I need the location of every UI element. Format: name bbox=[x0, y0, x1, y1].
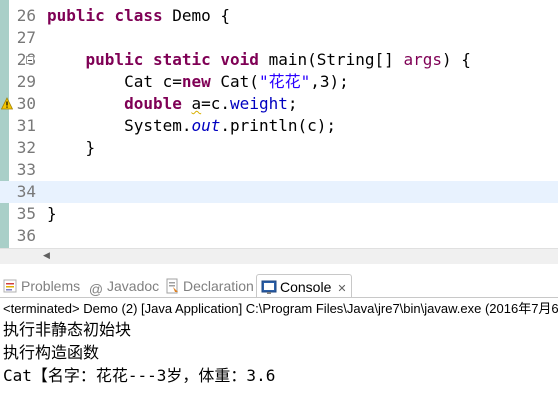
code-text: public class Demo { bbox=[47, 5, 230, 27]
code-line[interactable]: 34 bbox=[0, 181, 558, 203]
tab-problems-label: Problems bbox=[21, 278, 81, 294]
tab-javadoc[interactable]: @ Javadoc bbox=[88, 274, 159, 298]
line-number: 32 bbox=[16, 138, 36, 157]
scroll-left-arrow-icon[interactable]: ◀ bbox=[43, 252, 51, 261]
tab-declaration-label: Declaration bbox=[183, 278, 254, 294]
tab-declaration[interactable]: Declaration bbox=[164, 274, 254, 298]
code-token: void bbox=[220, 50, 259, 69]
code-token: new bbox=[181, 72, 211, 91]
fold-collapse-icon[interactable] bbox=[26, 56, 34, 64]
console-icon bbox=[261, 280, 277, 294]
code-token: =c. bbox=[201, 94, 231, 113]
code-text: } bbox=[47, 203, 57, 225]
tab-console-label: Console bbox=[280, 279, 332, 295]
line-number: 30 bbox=[16, 94, 36, 113]
code-token: } bbox=[47, 138, 96, 157]
javadoc-icon: @ bbox=[88, 281, 104, 297]
line-number: 31 bbox=[16, 116, 36, 135]
code-line[interactable]: 36 bbox=[0, 225, 558, 247]
code-token: main(String[] bbox=[258, 50, 404, 69]
tab-console[interactable]: Console ✕ bbox=[256, 274, 352, 298]
code-token: ) { bbox=[441, 50, 471, 69]
code-token: a bbox=[191, 94, 202, 113]
code-token: .println(c); bbox=[220, 116, 336, 135]
code-line[interactable]: 32 } bbox=[0, 137, 558, 159]
code-text: public static void main(String[] args) { bbox=[47, 49, 471, 71]
code-line[interactable]: 30 double a=c.weight; bbox=[0, 93, 558, 115]
code-token: ,3); bbox=[310, 72, 349, 91]
code-token: class bbox=[114, 6, 163, 25]
console-output-line: 执行构造函数 bbox=[3, 343, 100, 362]
code-token: public bbox=[47, 6, 105, 25]
code-token: "花花" bbox=[258, 72, 311, 91]
warning-icon[interactable] bbox=[1, 97, 13, 111]
code-line[interactable]: 35} bbox=[0, 203, 558, 225]
code-line[interactable]: 27 bbox=[0, 27, 558, 49]
console-process-label: <terminated> Demo (2) [Java Application]… bbox=[3, 301, 558, 316]
code-editor[interactable]: 26 public class Demo { 27 28 public static … bbox=[0, 0, 558, 264]
code-text: System.out.println(c); bbox=[47, 115, 336, 137]
code-line[interactable]: 28 public static void main(String[] args… bbox=[0, 49, 558, 71]
code-text: Cat c=new Cat("花花",3); bbox=[47, 71, 349, 93]
line-number: 36 bbox=[16, 226, 36, 245]
code-token: out bbox=[191, 116, 221, 135]
line-number: 33 bbox=[16, 160, 36, 179]
code-line[interactable]: 29 Cat c=new Cat("花花",3); bbox=[0, 71, 558, 93]
code-token: System. bbox=[47, 116, 192, 135]
code-token: Cat c= bbox=[47, 72, 182, 91]
line-number: 27 bbox=[16, 28, 36, 47]
code-line[interactable]: 31 System.out.println(c); bbox=[0, 115, 558, 137]
code-token: args bbox=[403, 50, 442, 69]
tab-bar-divider bbox=[0, 297, 558, 298]
code-token: Cat( bbox=[210, 72, 259, 91]
code-token: public bbox=[85, 50, 144, 69]
problems-icon bbox=[3, 279, 17, 293]
code-token: double bbox=[124, 94, 182, 113]
console-output-line: Cat【名字：花花---3岁，体重：3.6 bbox=[3, 366, 276, 385]
code-token: static bbox=[152, 50, 211, 69]
code-text: } bbox=[47, 137, 96, 159]
console-output-line: 执行非静态初始块 bbox=[3, 320, 132, 339]
declaration-icon bbox=[166, 278, 178, 294]
line-number: 29 bbox=[16, 72, 36, 91]
tab-javadoc-label: Javadoc bbox=[107, 278, 160, 294]
tab-problems[interactable]: Problems bbox=[2, 274, 80, 298]
code-line[interactable]: 33 bbox=[0, 159, 558, 181]
line-number: 34 bbox=[16, 182, 36, 201]
horizontal-scrollbar[interactable]: ◀ bbox=[0, 248, 558, 264]
code-line[interactable]: 26 public class Demo { bbox=[0, 5, 558, 27]
line-number: 26 bbox=[16, 6, 36, 25]
code-token: } bbox=[47, 204, 57, 223]
code-token: Demo { bbox=[162, 6, 231, 25]
code-text: double a=c.weight; bbox=[47, 93, 297, 115]
view-tab-bar: Problems @ Javadoc Declaration Console ✕ bbox=[0, 274, 558, 298]
code-token: weight bbox=[230, 94, 288, 113]
line-number: 35 bbox=[16, 204, 36, 223]
code-token: ; bbox=[287, 94, 298, 113]
close-icon[interactable]: ✕ bbox=[337, 283, 346, 295]
console-output[interactable]: 执行非静态初始块 执行构造函数 Cat【名字：花花---3岁，体重：3.6 bbox=[3, 318, 558, 387]
